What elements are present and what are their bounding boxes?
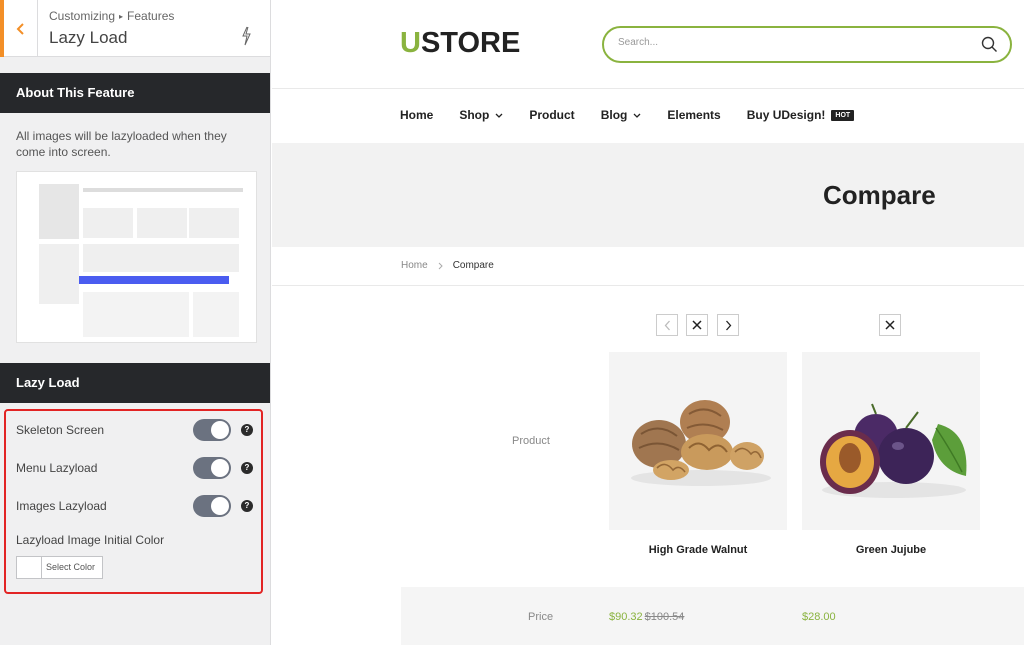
- menu-lazyload-toggle[interactable]: [193, 457, 231, 479]
- page-banner: Compare: [272, 143, 1024, 247]
- breadcrumb-root: Customizing: [49, 9, 116, 23]
- logo-accent: U: [400, 27, 421, 59]
- about-description: All images will be lazyloaded when they …: [16, 129, 227, 159]
- help-icon[interactable]: ?: [241, 462, 253, 474]
- nav-home[interactable]: Home: [400, 108, 433, 122]
- nav-shop-label: Shop: [459, 108, 490, 122]
- panel-title: Lazy Load: [49, 28, 128, 47]
- breadcrumb-separator-icon: ▸: [119, 12, 124, 21]
- move-left-button[interactable]: [656, 314, 678, 336]
- breadcrumb-home-link[interactable]: Home: [401, 260, 428, 271]
- store-preview: USTORE Home Shop Product Blog Elements B…: [272, 0, 1024, 645]
- help-icon[interactable]: ?: [241, 424, 253, 436]
- search-input[interactable]: [618, 37, 948, 48]
- jujube-plum-image: [820, 403, 967, 498]
- main-nav: Home Shop Product Blog Elements Buy UDes…: [400, 108, 880, 122]
- product-image-walnut[interactable]: [609, 352, 787, 530]
- chevron-left-icon: [16, 22, 24, 35]
- back-button[interactable]: [0, 0, 38, 57]
- toggle-knob: [211, 421, 229, 439]
- chevron-left-icon: [664, 320, 670, 330]
- header-divider: [272, 88, 1024, 89]
- color-swatch: [17, 557, 42, 578]
- initial-color-label: Lazyload Image Initial Color: [16, 533, 165, 547]
- help-icon[interactable]: ?: [241, 500, 253, 512]
- price-row: [401, 587, 1024, 645]
- current-price: $28.00: [802, 611, 836, 623]
- nav-home-label: Home: [400, 108, 434, 122]
- skeleton-screen-label: Skeleton Screen: [16, 423, 105, 437]
- price-row-label: Price: [528, 611, 554, 623]
- search-bar: [602, 26, 1012, 63]
- breadcrumb-current: Features: [127, 9, 175, 23]
- product-image-jujube[interactable]: [802, 352, 980, 530]
- price-jujube: $28.00: [802, 611, 836, 623]
- product-name-walnut[interactable]: High Grade Walnut: [609, 544, 787, 556]
- chevron-right-icon: [438, 262, 443, 269]
- close-icon: [885, 320, 895, 330]
- move-right-button[interactable]: [717, 314, 739, 336]
- select-color-label: Select Color: [46, 562, 96, 572]
- nav-product[interactable]: Product: [529, 108, 574, 122]
- store-logo[interactable]: USTORE: [400, 27, 520, 60]
- current-price: $90.32: [609, 611, 643, 623]
- customizer-breadcrumb: Customizing ▸ Features: [49, 9, 174, 23]
- nav-blog-label: Blog: [600, 108, 628, 122]
- nav-elements[interactable]: Elements: [667, 108, 720, 122]
- remove-product-button[interactable]: [879, 314, 901, 336]
- page-title: Compare: [823, 180, 936, 210]
- images-lazyload-label: Images Lazyload: [16, 499, 107, 513]
- about-heading: About This Feature: [0, 73, 270, 113]
- toggle-knob: [211, 497, 229, 515]
- nav-buy-udesign[interactable]: Buy UDesign! HOT: [746, 108, 855, 122]
- nav-shop[interactable]: Shop: [459, 108, 503, 122]
- breadcrumb: Home Compare: [401, 260, 494, 271]
- skeleton-screen-toggle[interactable]: [193, 419, 231, 441]
- nav-product-label: Product: [529, 108, 575, 122]
- toggle-knob: [211, 459, 229, 477]
- chevron-down-icon: [633, 113, 641, 118]
- old-price: $100.54: [644, 611, 685, 623]
- customizer-panel: Customizing ▸ Features Lazy Load About Thi…: [0, 0, 271, 645]
- price-walnut: $90.32 $100.54: [609, 611, 684, 623]
- breadcrumb-divider: [272, 285, 1024, 286]
- product-name-jujube[interactable]: Green Jujube: [802, 544, 980, 556]
- chevron-down-icon: [495, 113, 503, 118]
- menu-lazyload-label: Menu Lazyload: [16, 461, 98, 475]
- nav-buy-label: Buy UDesign!: [746, 108, 826, 122]
- breadcrumb-current: Compare: [452, 260, 494, 271]
- images-lazyload-toggle[interactable]: [193, 495, 231, 517]
- lazy-load-heading: Lazy Load: [0, 363, 270, 403]
- logo-text: STORE: [420, 27, 521, 59]
- walnut-image: [631, 400, 771, 486]
- panel-header: Customizing ▸ Features Lazy Load: [0, 0, 270, 57]
- nav-blog[interactable]: Blog: [601, 108, 642, 122]
- hot-badge: HOT: [831, 109, 855, 121]
- feature-preview-image: [16, 171, 257, 343]
- chevron-right-icon: [725, 320, 731, 330]
- remove-product-button[interactable]: [686, 314, 708, 336]
- product-row-label: Product: [512, 435, 550, 447]
- lightning-icon[interactable]: [240, 26, 252, 46]
- close-icon: [692, 320, 702, 330]
- select-color-button[interactable]: Select Color: [16, 556, 103, 579]
- search-icon[interactable]: [981, 36, 998, 53]
- nav-elements-label: Elements: [667, 108, 721, 122]
